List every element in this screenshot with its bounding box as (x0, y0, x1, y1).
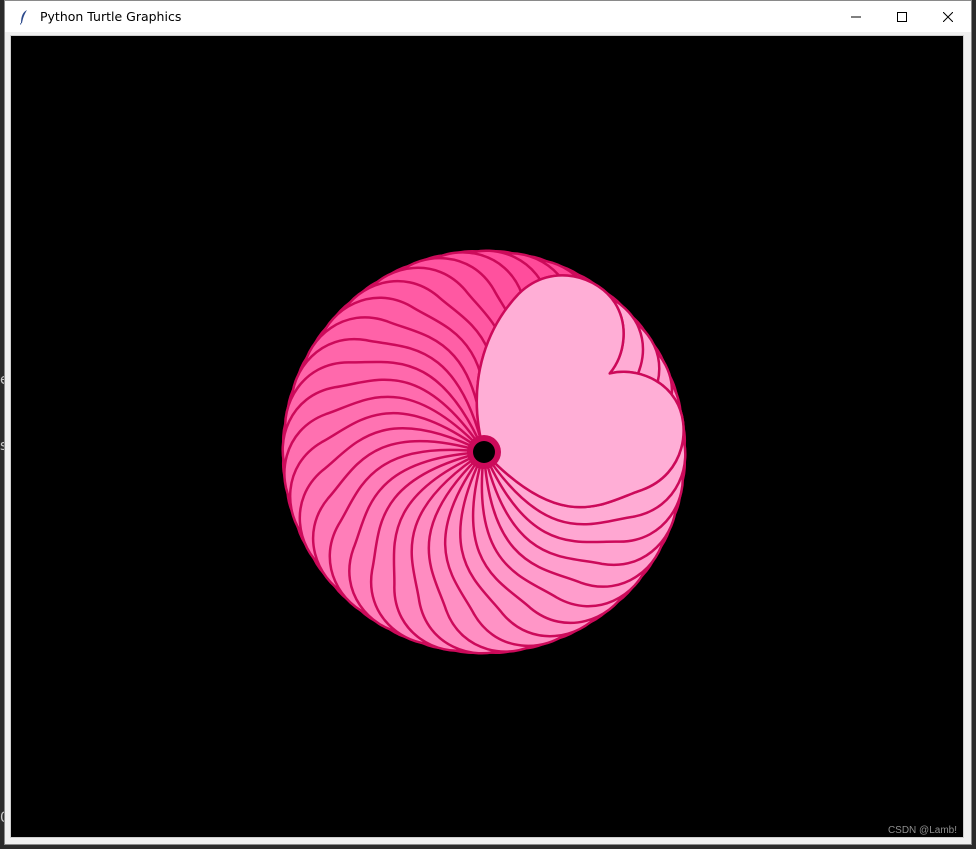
turtle-canvas[interactable]: CSDN @Lamb! (10, 35, 964, 838)
heart-spiral-drawing (281, 249, 687, 655)
feather-icon (17, 9, 31, 25)
close-button[interactable] (925, 1, 971, 32)
watermark: CSDN @Lamb! (887, 825, 957, 836)
minimize-button[interactable] (833, 1, 879, 32)
center-dot (473, 441, 495, 463)
window-controls (833, 1, 971, 32)
maximize-icon (897, 11, 907, 22)
maximize-button[interactable] (879, 1, 925, 32)
window-title: Python Turtle Graphics (40, 9, 182, 24)
title-bar[interactable]: Python Turtle Graphics (5, 1, 971, 32)
close-icon (943, 11, 953, 22)
minimize-icon (851, 16, 861, 17)
heart-spiral-group (281, 249, 687, 655)
turtle-window: Python Turtle Graphics CSDN @Lamb! (4, 0, 972, 845)
